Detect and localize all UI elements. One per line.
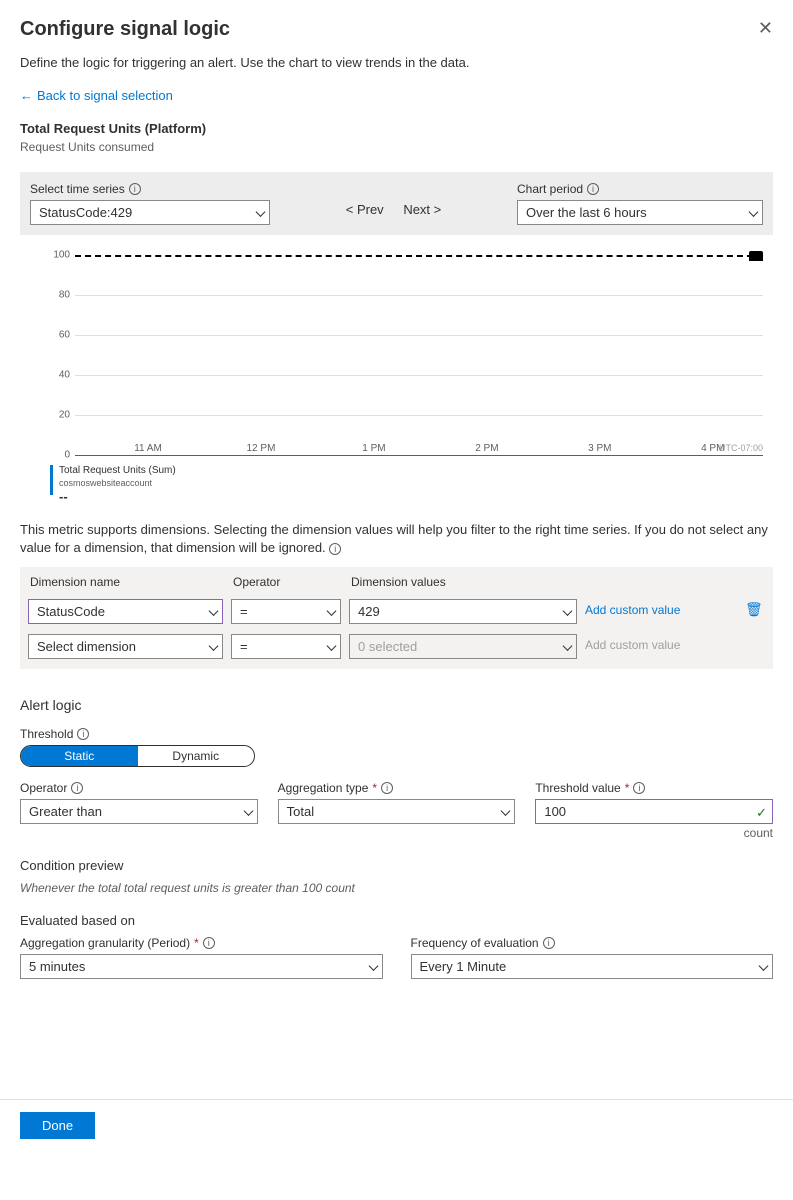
dimension-value-select[interactable]: 429 (349, 599, 577, 624)
y-tick: 60 (59, 330, 70, 341)
threshold-toggle[interactable]: Static Dynamic (20, 745, 255, 767)
threshold-dynamic-option[interactable]: Dynamic (138, 746, 255, 766)
x-tick: 11 AM (134, 443, 162, 454)
check-icon: ✓ (756, 805, 767, 821)
timeseries-label: Select time series (30, 182, 125, 196)
y-tick: 100 (53, 250, 70, 261)
info-icon[interactable]: i (329, 543, 341, 555)
dimension-name-select[interactable]: Select dimension (28, 634, 223, 659)
dimension-operator-select[interactable]: = (231, 634, 341, 659)
metric-chart: 100 80 60 40 20 0 11 AM 12 PM 1 PM 2 PM … (20, 255, 773, 455)
add-custom-value-link[interactable]: Add custom value (585, 603, 680, 617)
threshold-value-label: Threshold value (535, 781, 620, 795)
info-icon[interactable]: i (203, 937, 215, 949)
y-tick: 40 (59, 370, 70, 381)
signal-desc: Request Units consumed (20, 140, 773, 154)
threshold-marker (749, 251, 763, 261)
chart-period-select[interactable]: Over the last 6 hours (517, 200, 763, 225)
info-icon[interactable]: i (587, 183, 599, 195)
frequency-select[interactable]: Every 1 Minute (411, 954, 774, 979)
operator-select[interactable]: Greater than (20, 799, 258, 824)
threshold-static-option[interactable]: Static (21, 746, 138, 766)
page-subtitle: Define the logic for triggering an alert… (20, 55, 773, 70)
alert-logic-heading: Alert logic (20, 697, 773, 713)
chart-period-label: Chart period (517, 182, 583, 196)
prev-button[interactable]: < Prev (338, 202, 392, 217)
arrow-left-icon: ← (20, 88, 33, 103)
threshold-line (75, 255, 763, 257)
condition-preview-text: Whenever the total total request units i… (20, 881, 773, 895)
info-icon[interactable]: i (633, 782, 645, 794)
series-line (75, 455, 763, 456)
next-button[interactable]: Next > (395, 202, 449, 217)
back-link[interactable]: ← Back to signal selection (20, 88, 173, 103)
y-tick: 20 (59, 410, 70, 421)
aggregation-type-select[interactable]: Total (278, 799, 516, 824)
dimension-note: This metric supports dimensions. Selecti… (20, 522, 768, 555)
info-icon[interactable]: i (543, 937, 555, 949)
operator-label: Operator (20, 781, 67, 795)
chart-legend: Total Request Units (Sum) cosmoswebsitea… (50, 465, 773, 503)
x-tick: 12 PM (247, 443, 276, 454)
timezone-label: UTC-07:00 (719, 443, 763, 453)
evaluated-heading: Evaluated based on (20, 913, 773, 928)
threshold-unit: count (535, 826, 773, 840)
add-custom-value-disabled: Add custom value (585, 638, 680, 652)
legend-resource: cosmoswebsiteaccount (59, 477, 176, 489)
back-link-label: Back to signal selection (37, 88, 173, 103)
legend-series: Total Request Units (Sum) (59, 465, 176, 477)
x-tick: 1 PM (362, 443, 385, 454)
info-icon[interactable]: i (77, 728, 89, 740)
page-title: Configure signal logic (20, 18, 230, 41)
done-button[interactable]: Done (20, 1112, 95, 1139)
granularity-select[interactable]: 5 minutes (20, 954, 383, 979)
threshold-value-input[interactable]: 100 (535, 799, 773, 824)
aggregation-type-label: Aggregation type (278, 781, 369, 795)
granularity-label: Aggregation granularity (Period) (20, 936, 190, 950)
dim-header-operator: Operator (233, 575, 343, 589)
dimension-operator-select[interactable]: = (231, 599, 341, 624)
info-icon[interactable]: i (71, 782, 83, 794)
info-icon[interactable]: i (129, 183, 141, 195)
close-icon[interactable]: ✕ (758, 18, 773, 39)
legend-value: -- (59, 491, 176, 503)
timeseries-select[interactable]: StatusCode:429 (30, 200, 270, 225)
trash-icon[interactable]: 🗑 (745, 601, 763, 617)
info-icon[interactable]: i (381, 782, 393, 794)
y-tick: 80 (59, 290, 70, 301)
threshold-label: Threshold (20, 727, 73, 741)
dimension-value-select[interactable]: 0 selected (349, 634, 577, 659)
y-tick: 0 (64, 450, 70, 461)
condition-preview-label: Condition preview (20, 858, 773, 873)
frequency-label: Frequency of evaluation (411, 936, 539, 950)
dimension-name-select[interactable]: StatusCode (28, 599, 223, 624)
signal-title: Total Request Units (Platform) (20, 121, 773, 136)
x-tick: 3 PM (588, 443, 611, 454)
dim-header-name: Dimension name (30, 575, 225, 589)
x-tick: 2 PM (475, 443, 498, 454)
dim-header-values: Dimension values (351, 575, 765, 589)
